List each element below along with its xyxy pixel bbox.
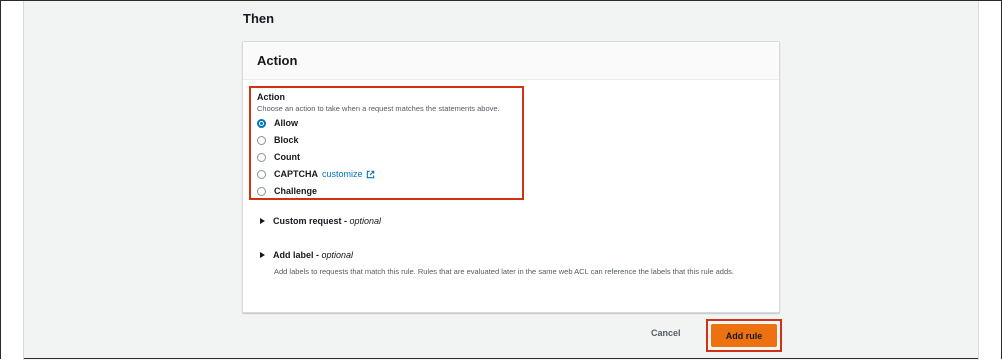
caret-right-icon — [260, 252, 265, 258]
radio-count[interactable] — [257, 152, 266, 162]
add-label-description: Add labels to requests that match this r… — [274, 267, 734, 276]
cancel-button[interactable]: Cancel — [651, 328, 681, 338]
caret-right-icon — [260, 218, 265, 224]
add-label-label: Add label - optional — [273, 250, 354, 260]
section-title: Then — [243, 11, 275, 26]
add-rule-button[interactable]: Add rule — [711, 324, 777, 347]
action-field-description: Choose an action to take when a request … — [257, 104, 500, 113]
action-field-label: Action — [257, 92, 285, 102]
customize-link[interactable]: customize — [322, 169, 363, 179]
radio-label-allow: Allow — [274, 118, 298, 128]
radio-label-captcha: CAPTCHA — [274, 169, 318, 179]
custom-request-expander[interactable]: Custom request - optional — [260, 216, 381, 226]
panel-header: Action — [243, 42, 779, 80]
radio-challenge[interactable] — [257, 186, 266, 196]
radio-label-challenge: Challenge — [274, 186, 318, 196]
radio-allow[interactable] — [257, 118, 266, 128]
add-rule-highlight-box: Add rule — [706, 319, 782, 352]
radio-option-allow[interactable]: Allow — [257, 118, 298, 128]
right-margin — [978, 1, 1001, 360]
radio-label-block: Block — [274, 135, 299, 145]
radio-option-count[interactable]: Count — [257, 152, 300, 162]
external-link-icon[interactable] — [366, 170, 375, 179]
left-margin — [1, 1, 24, 360]
radio-option-challenge[interactable]: Challenge — [257, 186, 317, 196]
radio-label-count: Count — [274, 152, 300, 162]
radio-block[interactable] — [257, 135, 266, 145]
add-label-expander[interactable]: Add label - optional — [260, 250, 353, 260]
action-panel: Action Action Choose an action to take w… — [242, 41, 780, 313]
radio-option-captcha[interactable]: CAPTCHA customize — [257, 169, 375, 179]
custom-request-label: Custom request - optional — [273, 216, 382, 226]
radio-option-block[interactable]: Block — [257, 135, 299, 145]
radio-captcha[interactable] — [257, 169, 266, 179]
